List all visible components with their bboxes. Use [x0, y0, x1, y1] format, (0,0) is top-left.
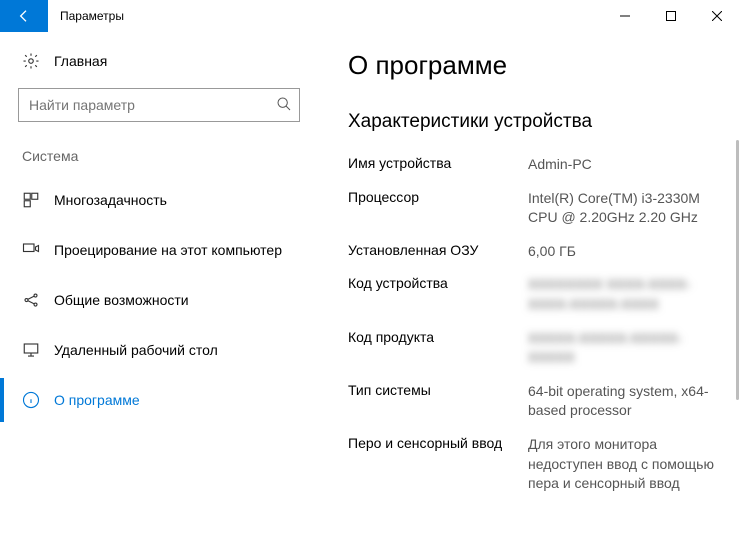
spec-label: Имя устройства: [348, 155, 528, 175]
titlebar: Параметры: [0, 0, 740, 32]
nav-list: Многозадачность Проецирование на этот ко…: [18, 178, 300, 422]
shared-icon: [22, 291, 40, 309]
sidebar-home[interactable]: Главная: [18, 52, 300, 70]
sidebar-item-shared[interactable]: Общие возможности: [18, 278, 300, 322]
spec-processor: Процессор Intel(R) Core(TM) i3-2330M CPU…: [348, 189, 720, 228]
spec-label: Перо и сенсорный ввод: [348, 435, 528, 494]
arrow-left-icon: [16, 8, 32, 24]
sidebar-item-label: Удаленный рабочий стол: [54, 342, 218, 358]
spec-value: Intel(R) Core(TM) i3-2330M CPU @ 2.20GHz…: [528, 189, 720, 228]
remote-icon: [22, 341, 40, 359]
spec-product-id: Код продукта XXXXX-XXXXX-XXXXX-XXXXX: [348, 329, 720, 368]
spec-value: 64-bit operating system, x64-based proce…: [528, 382, 720, 421]
scrollbar[interactable]: [736, 140, 739, 400]
minimize-icon: [620, 11, 630, 21]
sidebar-category: Система: [18, 148, 300, 164]
spec-device-id: Код устройства XXXXXXXX XXXX-XXXX-XXXX-X…: [348, 275, 720, 314]
maximize-icon: [666, 11, 676, 21]
sidebar-item-label: Общие возможности: [54, 292, 189, 308]
window-title: Параметры: [60, 9, 124, 23]
sidebar-item-multitasking[interactable]: Многозадачность: [18, 178, 300, 222]
spec-value: XXXXX-XXXXX-XXXXX-XXXXX: [528, 329, 720, 368]
project-icon: [22, 241, 40, 259]
sidebar-item-label: Проецирование на этот компьютер: [54, 242, 282, 258]
close-button[interactable]: [694, 0, 740, 32]
spec-label: Процессор: [348, 189, 528, 228]
window-controls: [602, 0, 740, 32]
multitask-icon: [22, 191, 40, 209]
sidebar-item-projecting[interactable]: Проецирование на этот компьютер: [18, 228, 300, 272]
info-icon: [22, 391, 40, 409]
maximize-button[interactable]: [648, 0, 694, 32]
sidebar-item-remote[interactable]: Удаленный рабочий стол: [18, 328, 300, 372]
search-box: [18, 88, 300, 122]
search-input[interactable]: [18, 88, 300, 122]
spec-value: XXXXXXXX XXXX-XXXX-XXXX-XXXXX-XXXX: [528, 275, 720, 314]
back-button[interactable]: [0, 0, 48, 32]
spec-device-name: Имя устройства Admin-PC: [348, 155, 720, 175]
section-title: Характеристики устройства: [348, 111, 720, 133]
search-icon: [276, 96, 292, 112]
sidebar-item-label: О программе: [54, 392, 140, 408]
spec-pen-touch: Перо и сенсорный ввод Для этого монитора…: [348, 435, 720, 494]
minimize-button[interactable]: [602, 0, 648, 32]
spec-ram: Установленная ОЗУ 6,00 ГБ: [348, 242, 720, 262]
spec-label: Тип системы: [348, 382, 528, 421]
spec-value: Для этого монитора недоступен ввод с пом…: [528, 435, 720, 494]
sidebar: Главная Система Многозадачность Проециро…: [0, 32, 320, 543]
sidebar-item-about[interactable]: О программе: [18, 378, 300, 422]
sidebar-item-label: Многозадачность: [54, 192, 167, 208]
sidebar-home-label: Главная: [54, 53, 107, 69]
spec-value: Admin-PC: [528, 155, 720, 175]
page-title: О программе: [348, 50, 720, 81]
spec-value: 6,00 ГБ: [528, 242, 720, 262]
gear-icon: [22, 52, 40, 70]
content: О программе Характеристики устройства Им…: [320, 32, 740, 543]
close-icon: [712, 11, 722, 21]
spec-label: Установленная ОЗУ: [348, 242, 528, 262]
spec-label: Код продукта: [348, 329, 528, 368]
spec-system-type: Тип системы 64-bit operating system, x64…: [348, 382, 720, 421]
spec-label: Код устройства: [348, 275, 528, 314]
